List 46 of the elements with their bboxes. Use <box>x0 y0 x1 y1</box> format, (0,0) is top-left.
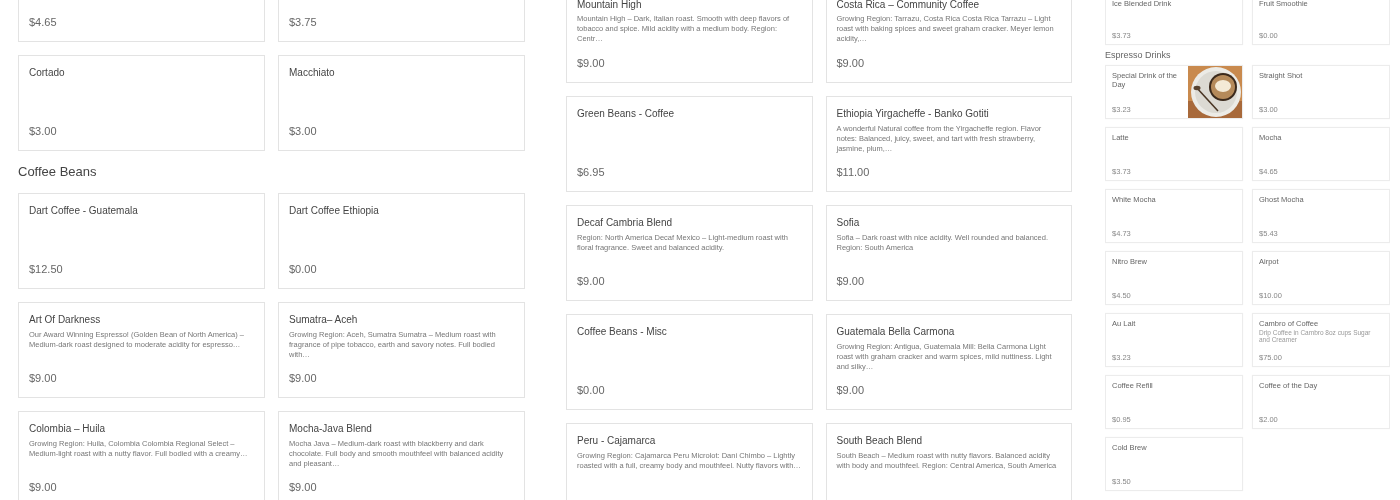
item-name: Macchiato <box>289 67 336 79</box>
menu-card[interactable]: Dart Coffee - Guatemala $12.50 <box>18 193 265 289</box>
item-name: Dart Coffee - Guatemala <box>29 205 139 217</box>
item-price: $3.00 <box>29 124 58 138</box>
menu-card[interactable]: $3.75 <box>278 0 525 42</box>
item-name: Peru - Cajamarca <box>577 435 657 447</box>
item-price: $0.00 <box>289 262 318 276</box>
item-name: Sofia <box>836 217 861 229</box>
menu-card[interactable]: $4.65 <box>18 0 265 42</box>
menu-card[interactable]: Green Beans - Coffee $6.95 <box>566 96 813 192</box>
item-price: $6.95 <box>577 165 606 179</box>
menu-card[interactable]: Coffee Beans - Misc $0.00 <box>566 314 813 410</box>
item-price: $3.75 <box>289 15 318 29</box>
item-name: Ethiopia Yirgacheffe - Banko Gotiti <box>836 108 990 120</box>
item-price: $9.00 <box>836 56 866 70</box>
item-price: $0.00 <box>577 383 606 397</box>
menu-card[interactable]: Macchiato $3.00 <box>278 55 525 151</box>
item-name: Decaf Cambria Blend <box>577 217 674 229</box>
item-price: $9.00 <box>29 371 58 385</box>
item-name: Coffee Beans - Misc <box>577 326 668 338</box>
item-price: $9.00 <box>289 480 318 494</box>
item-name: Dart Coffee Ethiopia <box>289 205 380 217</box>
item-price: $9.00 <box>836 383 866 397</box>
item-name: Cortado <box>29 67 66 79</box>
item-price: $11.00 <box>836 165 871 179</box>
item-price: $9.00 <box>577 274 606 288</box>
item-name: Guatemala Bella Carmona <box>836 326 956 338</box>
section-heading: Espresso Drinks <box>1105 49 1172 61</box>
section-heading: Coffee Beans <box>18 164 98 180</box>
item-name: Green Beans - Coffee <box>577 108 676 120</box>
item-name: Sumatra– Aceh <box>289 314 359 326</box>
menu-card[interactable]: Cortado $3.00 <box>18 55 265 151</box>
item-name: Colombia – Huila <box>29 423 107 435</box>
item-price: $4.65 <box>29 15 58 29</box>
item-price: $9.00 <box>29 480 58 494</box>
item-name: South Beach Blend <box>836 435 924 447</box>
item-price: $9.00 <box>289 371 318 385</box>
item-name: Mocha-Java Blend <box>289 423 373 435</box>
item-price: $9.00 <box>836 274 866 288</box>
item-name: Art Of Darkness <box>29 314 102 326</box>
item-price: $3.00 <box>289 124 318 138</box>
item-name: Costa Rica – Community Coffee <box>836 0 981 10</box>
item-name: Mountain High <box>577 0 643 10</box>
item-price: $9.00 <box>577 56 606 70</box>
item-price: $12.50 <box>29 262 64 276</box>
menu-card[interactable]: Dart Coffee Ethiopia $0.00 <box>278 193 525 289</box>
